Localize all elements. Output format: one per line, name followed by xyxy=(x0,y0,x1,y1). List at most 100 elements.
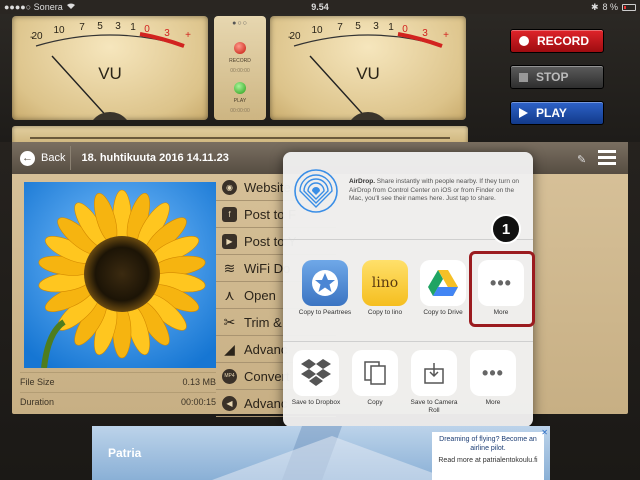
record-led xyxy=(234,42,246,54)
meter-scale-label: 1 xyxy=(130,22,136,33)
meter-scale-label: 7 xyxy=(79,22,85,33)
record-status-panel: ●○○ RECORD 00:00:00 PLAY 00:00:00 xyxy=(214,16,266,120)
ad-close-icon[interactable]: ✕ xyxy=(541,428,548,437)
airdrop-icon xyxy=(294,169,338,213)
copy-to-lino-label: Copy to lino xyxy=(367,309,403,316)
nav-divider xyxy=(70,146,71,170)
meter-scale-label: 3 xyxy=(422,28,428,39)
play-time: 00:00:00 xyxy=(230,108,250,114)
dropbox-icon xyxy=(293,350,339,396)
duration-label: Duration xyxy=(20,396,55,407)
more-actions-button[interactable]: ••• More xyxy=(464,350,522,407)
play-triangle-icon xyxy=(519,108,528,118)
copy-to-lino[interactable]: lino Copy to lino xyxy=(356,260,414,317)
ad-banner[interactable]: Patria Dreaming of flying? Become an air… xyxy=(92,426,550,480)
google-drive-icon xyxy=(420,260,466,306)
recorder-panel: - 20 10 7 5 3 1 0 3 + VU ●○○ RECORD 00:0… xyxy=(0,14,640,150)
record-dot-icon xyxy=(519,36,529,46)
waveform-icon: ◢ xyxy=(224,340,235,357)
copy-to-peartrees[interactable]: Copy to Peartrees xyxy=(296,260,354,317)
airdrop-description: AirDrop. Share instantly with people nea… xyxy=(349,178,523,204)
youtube-icon: ▶ xyxy=(222,233,237,249)
meter-scale-label: 10 xyxy=(311,25,323,36)
wifi-icon xyxy=(66,2,76,12)
meter-scale-label: 10 xyxy=(53,25,65,36)
edit-pencil-icon[interactable]: ✎ xyxy=(577,153,586,166)
meter-scale-label: 5 xyxy=(355,21,361,32)
ad-copy: Dreaming of flying? Become an airline pi… xyxy=(432,432,544,480)
bluetooth-icon: ✱ xyxy=(590,1,599,12)
save-to-camera-roll-label: Save to Camera Roll xyxy=(410,399,458,414)
back-arrow-icon: ← xyxy=(20,150,35,166)
save-to-dropbox[interactable]: Save to Dropbox xyxy=(287,350,345,407)
record-time: 00:00:00 xyxy=(230,68,250,74)
save-to-camera-roll-icon xyxy=(411,350,457,396)
play-button-label: PLAY xyxy=(536,106,567,120)
file-size-label: File Size xyxy=(20,376,55,387)
carrier-label: ●●●●○ Sonera xyxy=(4,2,63,12)
open-in-icon: ⋏ xyxy=(224,286,235,303)
menu-item-label: Advanc xyxy=(244,395,288,411)
meter-scale-label: 7 xyxy=(337,22,343,33)
record-button-label: RECORD xyxy=(537,34,590,48)
airdrop-title: AirDrop. xyxy=(349,178,375,185)
vu-meter-left: - 20 10 7 5 3 1 0 3 + VU xyxy=(12,16,208,120)
copy-icon xyxy=(352,350,398,396)
stop-square-icon xyxy=(519,72,528,82)
speaker-icon: ◀ xyxy=(222,395,237,411)
lino-icon: lino xyxy=(362,260,408,306)
star-icon xyxy=(302,260,348,306)
wifi-icon: ≋ xyxy=(223,259,236,276)
file-size-row: File Size 0.13 MB xyxy=(20,372,216,390)
scissors-icon: ✂ xyxy=(223,313,236,330)
copy-action[interactable]: Copy xyxy=(346,350,404,407)
vu-label: VU xyxy=(356,64,380,83)
meter-scale-label: 3 xyxy=(373,21,379,32)
back-label: Back xyxy=(41,152,66,164)
page-indicator: ●○○ xyxy=(232,20,248,27)
meter-scale-label: + xyxy=(443,30,449,41)
mp4-icon: MP4 xyxy=(222,368,237,384)
menu-item-label: Open xyxy=(244,287,276,303)
meter-scale-label: 3 xyxy=(164,28,170,39)
meter-scale-label: 5 xyxy=(97,21,103,32)
stop-button-label: STOP xyxy=(536,70,569,84)
play-button[interactable]: PLAY xyxy=(510,101,604,125)
recording-title: 18. huhtikuuta 2016 14.11.23 xyxy=(81,152,229,164)
battery-icon xyxy=(622,3,636,11)
step-callout-badge: 1 xyxy=(491,214,521,244)
status-bar: ●●●●○ Sonera 9.54 ✱ 8 % xyxy=(0,0,640,14)
save-to-dropbox-label: Save to Dropbox xyxy=(291,399,341,406)
copy-to-drive-label: Copy to Drive xyxy=(423,309,463,316)
app-screen: ●●●●○ Sonera 9.54 ✱ 8 % - 20 10 7 5 3 1 … xyxy=(0,0,640,480)
globe-icon: ◉ xyxy=(222,179,237,195)
airdrop-body: Share instantly with people nearby. If t… xyxy=(349,178,520,202)
meter-scale-label: 3 xyxy=(115,21,121,32)
save-to-camera-roll[interactable]: Save to Camera Roll xyxy=(405,350,463,415)
duration-row: Duration 00:00:15 xyxy=(20,392,216,410)
ad-brand: Patria xyxy=(108,446,142,460)
more-actions-label: More xyxy=(485,399,501,406)
copy-label: Copy xyxy=(367,399,383,406)
menu-item-label: Trim & xyxy=(244,314,282,330)
duration-value: 00:00:15 xyxy=(180,396,216,407)
ad-headline: Dreaming of flying? Become an airline pi… xyxy=(439,436,537,452)
play-led xyxy=(234,82,246,94)
stop-button[interactable]: STOP xyxy=(510,65,604,89)
list-menu-icon[interactable] xyxy=(598,150,616,165)
battery-percent: 8 % xyxy=(602,2,618,12)
meter-scale-label: 1 xyxy=(388,22,394,33)
highlight-box xyxy=(469,251,535,327)
record-button[interactable]: RECORD xyxy=(510,29,604,53)
back-button[interactable]: ← Back xyxy=(12,150,66,166)
share-actions-row: Save to Dropbox Copy Save to Camera Roll… xyxy=(283,348,533,427)
meter-scale-label: 0 xyxy=(402,24,408,35)
record-led-label: RECORD xyxy=(229,58,251,64)
file-size-value: 0.13 MB xyxy=(182,376,216,387)
more-dots: ••• xyxy=(482,362,504,383)
meter-scale-label: + xyxy=(185,30,191,41)
meter-scale-label: 20 xyxy=(289,31,301,42)
vu-label: VU xyxy=(98,64,122,83)
meter-scale-label: 20 xyxy=(31,31,43,42)
copy-to-drive[interactable]: Copy to Drive xyxy=(414,260,472,317)
